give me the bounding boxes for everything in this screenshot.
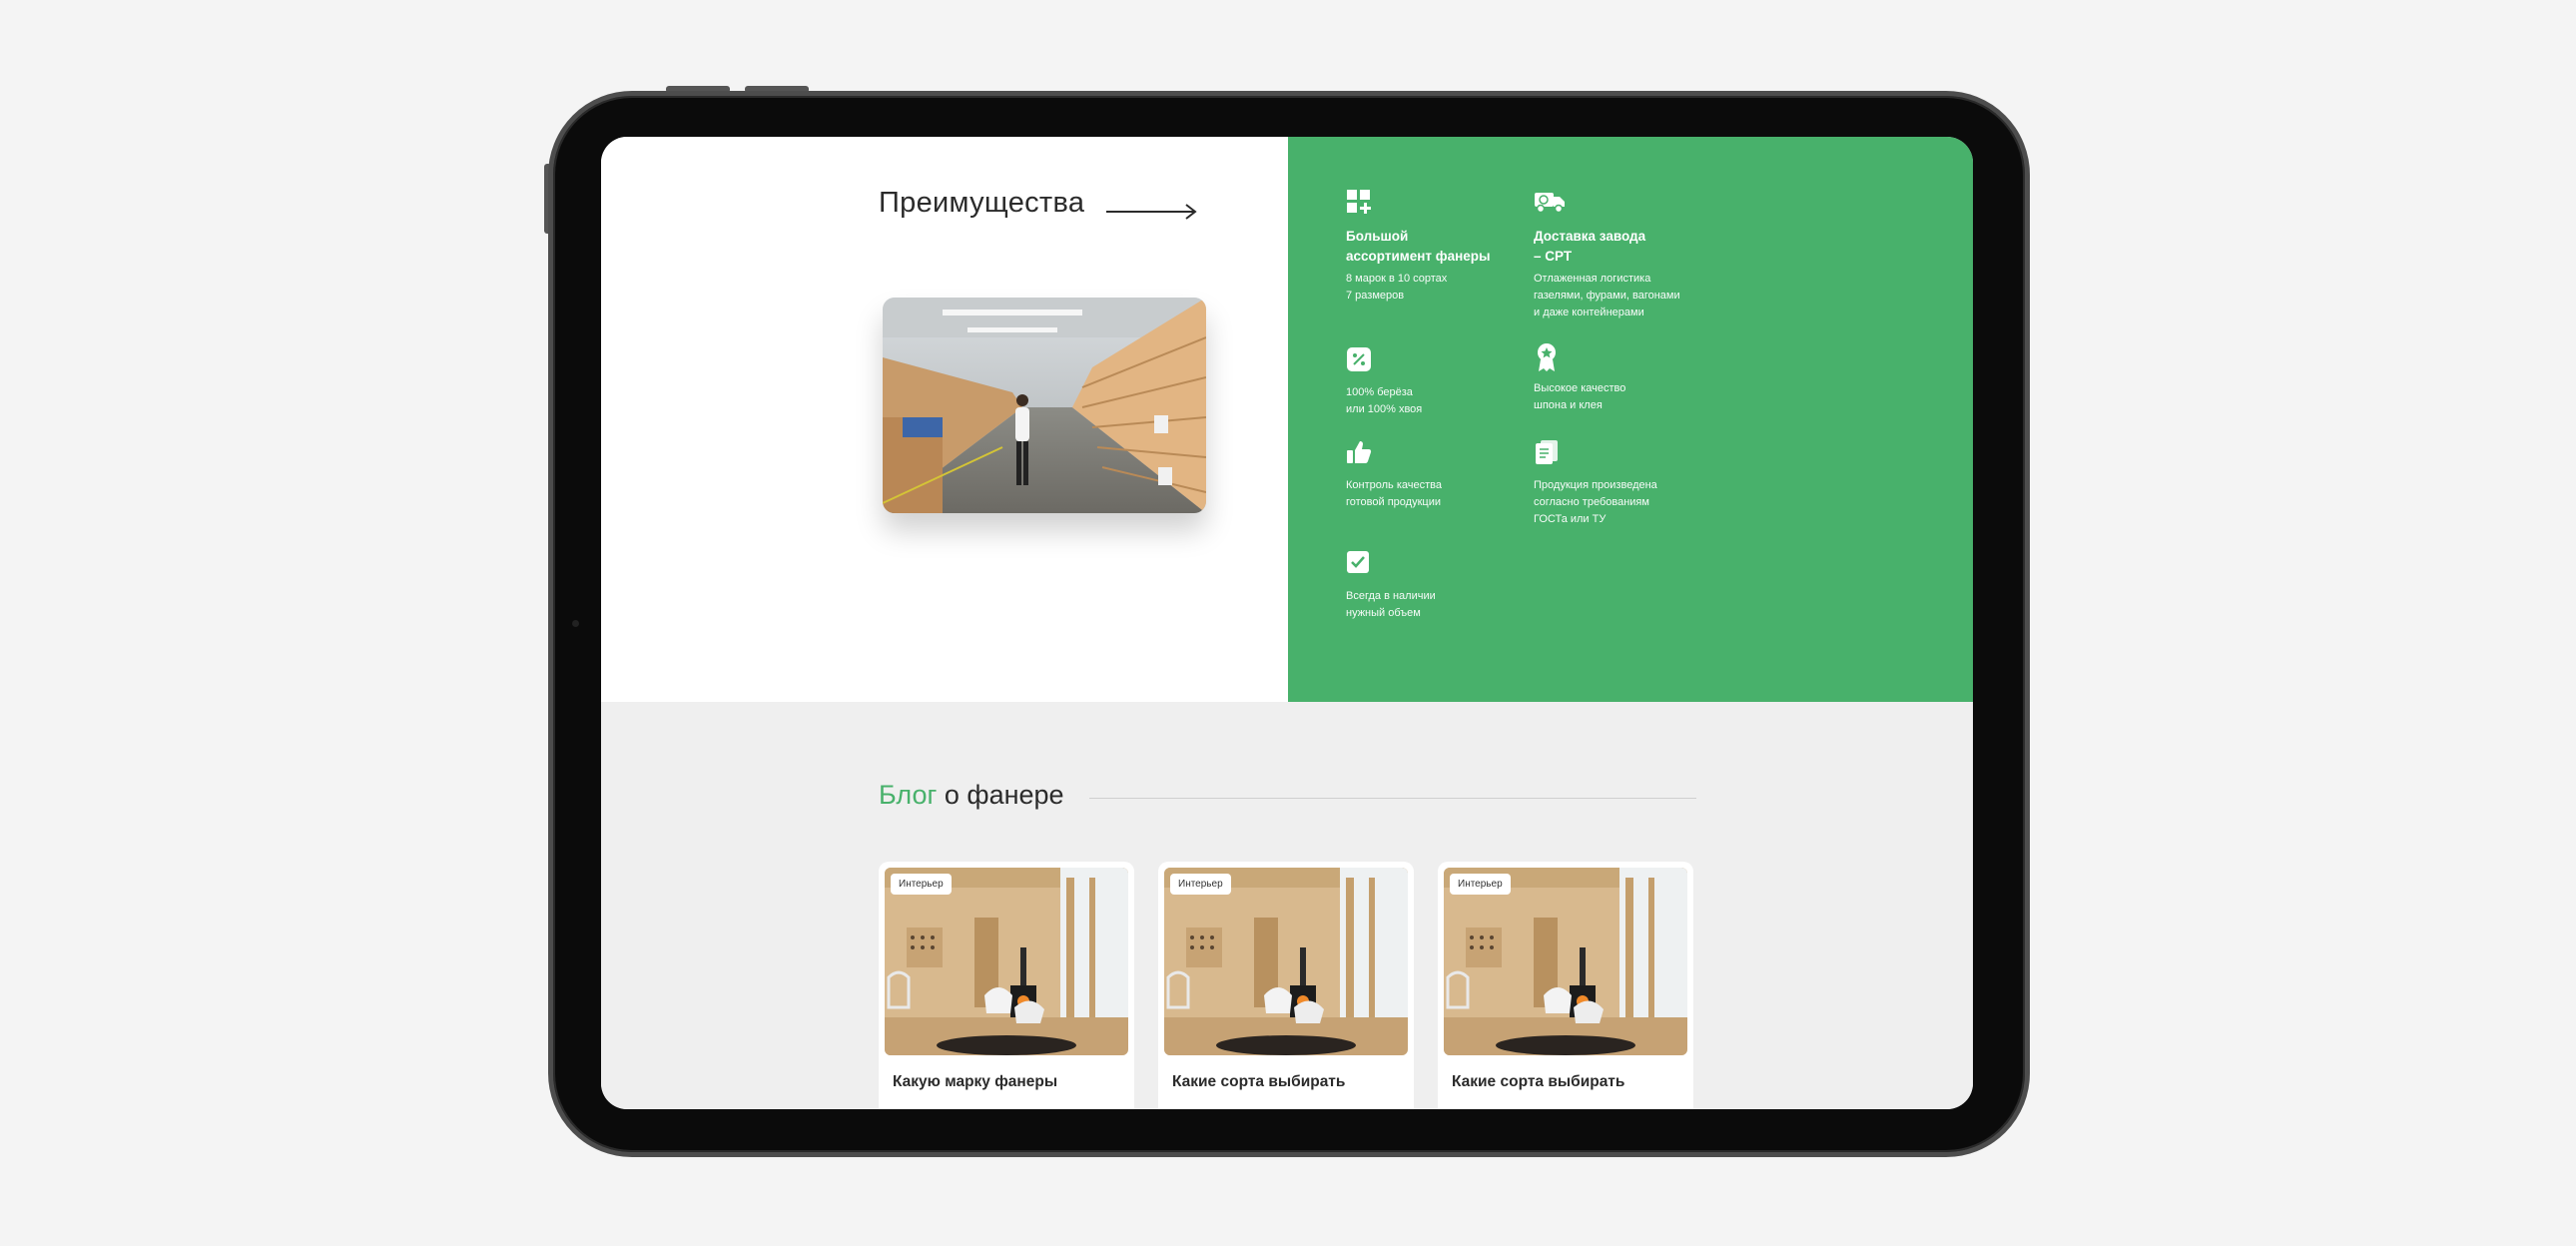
feature-description: 8 марок в 10 сортах 7 размеров <box>1346 273 1448 302</box>
blog-card-image[interactable] <box>1164 868 1408 1055</box>
checkbox-icon <box>1347 551 1369 573</box>
feature-description: Контроль качества готовой продукции <box>1346 479 1442 508</box>
feature-gost: Продукция произведена согласно требовани… <box>1534 439 1657 528</box>
feature-description: 100% берёза или 100% хвоя <box>1346 386 1423 415</box>
blog-card-title[interactable]: Какие сорта выбирать <box>1452 1073 1624 1091</box>
blog-section: Блог о фанере Интерьер Какую марку фанер… <box>601 702 1973 1109</box>
blog-card[interactable]: Интерьер Какую марку фанеры <box>879 862 1134 1109</box>
advantages-title: Преимущества <box>879 187 1085 219</box>
feature-quality: Высокое качество шпона и клея <box>1534 342 1625 414</box>
blog-title-rest: о фанере <box>937 780 1064 810</box>
feature-description: Высокое качество шпона и клея <box>1534 382 1626 411</box>
blog-card-tag[interactable]: Интерьер <box>1170 874 1231 895</box>
blog-card[interactable]: Интерьер Какие сорта выбирать <box>1158 862 1414 1109</box>
feature-wood-type: 100% берёза или 100% хвоя <box>1346 346 1422 418</box>
blog-card-title[interactable]: Какие сорта выбирать <box>1172 1073 1345 1091</box>
documents-icon <box>1536 440 1558 464</box>
advantages-section: Преимущества Большой ассортимент фанеры … <box>601 137 1973 702</box>
tablet-screen: Преимущества Большой ассортимент фанеры … <box>601 137 1973 1109</box>
award-medal-icon <box>1538 343 1556 371</box>
feature-description: Всегда в наличии нужный объем <box>1346 590 1436 619</box>
feature-description: Отлаженная логистика газелями, фурами, в… <box>1534 273 1680 318</box>
feature-assortment: Большой ассортимент фанеры 8 марок в 10 … <box>1346 189 1491 305</box>
feature-title: Доставка завода – СРТ <box>1534 229 1646 264</box>
advantages-left-panel: Преимущества <box>601 137 1288 702</box>
camera <box>572 620 579 627</box>
thumbs-up-icon <box>1347 441 1372 463</box>
blog-title: Блог о фанере <box>879 780 1064 811</box>
blog-title-divider <box>1089 798 1696 799</box>
grid-plus-icon <box>1347 190 1371 214</box>
percent-badge-icon <box>1347 347 1371 371</box>
advantages-features-panel: Большой ассортимент фанеры 8 марок в 10 … <box>1288 137 1973 702</box>
blog-title-accent: Блог <box>879 780 938 810</box>
feature-delivery: Доставка завода – СРТ Отлаженная логисти… <box>1534 189 1680 321</box>
arrow-right-icon[interactable] <box>1106 204 1198 220</box>
feature-in-stock: Всегда в наличии нужный объем <box>1346 550 1436 622</box>
factory-photo <box>883 298 1206 513</box>
blog-card[interactable]: Интерьер Какие сорта выбирать <box>1438 862 1693 1109</box>
blog-card-image[interactable] <box>1444 868 1687 1055</box>
blog-card-title[interactable]: Какую марку фанеры <box>893 1073 1057 1091</box>
blog-card-tag[interactable]: Интерьер <box>1450 874 1511 895</box>
feature-quality-control: Контроль качества готовой продукции <box>1346 439 1442 511</box>
delivery-truck-icon <box>1535 193 1565 214</box>
blog-card-image[interactable] <box>885 868 1128 1055</box>
feature-description: Продукция произведена согласно требовани… <box>1534 479 1657 525</box>
feature-title: Большой ассортимент фанеры <box>1346 229 1491 264</box>
blog-card-tag[interactable]: Интерьер <box>891 874 952 895</box>
